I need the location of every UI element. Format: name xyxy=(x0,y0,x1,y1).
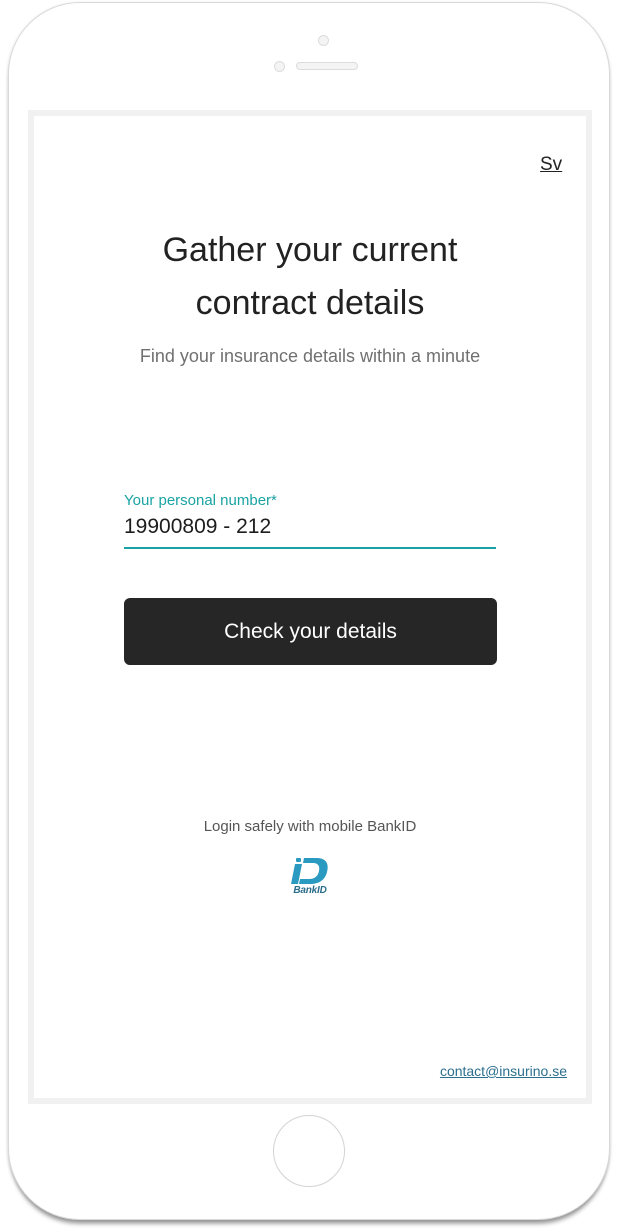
bankid-caption: Login safely with mobile BankID xyxy=(203,818,417,835)
personal-number-label: Your personal number* xyxy=(124,492,277,509)
page-title-line-2: contract details xyxy=(195,284,425,322)
personal-number-field: Your personal number* xyxy=(124,492,496,549)
bankid-logo-label: BankID xyxy=(293,885,327,896)
page-subtitle: Find your insurance details within a min… xyxy=(139,346,481,366)
bankid-logo-mark xyxy=(291,858,328,884)
proximity-sensor xyxy=(274,61,285,72)
personal-number-input[interactable] xyxy=(124,515,496,549)
check-details-button[interactable]: Check your details xyxy=(124,598,497,665)
page-title-line-1: Gather your current xyxy=(162,231,458,269)
home-button[interactable] xyxy=(273,1115,345,1187)
language-toggle-link[interactable]: Sv xyxy=(540,154,562,176)
page-title: Gather your current contract details xyxy=(34,224,586,330)
contact-email-link[interactable]: contact@insurino.se xyxy=(440,1063,567,1079)
earpiece-speaker xyxy=(296,62,358,70)
bankid-logo-icon: BankID xyxy=(287,855,333,899)
phone-screen: Sv Gather your current contract details … xyxy=(28,110,592,1104)
front-camera xyxy=(318,35,329,46)
app-page: Sv Gather your current contract details … xyxy=(34,116,586,1098)
